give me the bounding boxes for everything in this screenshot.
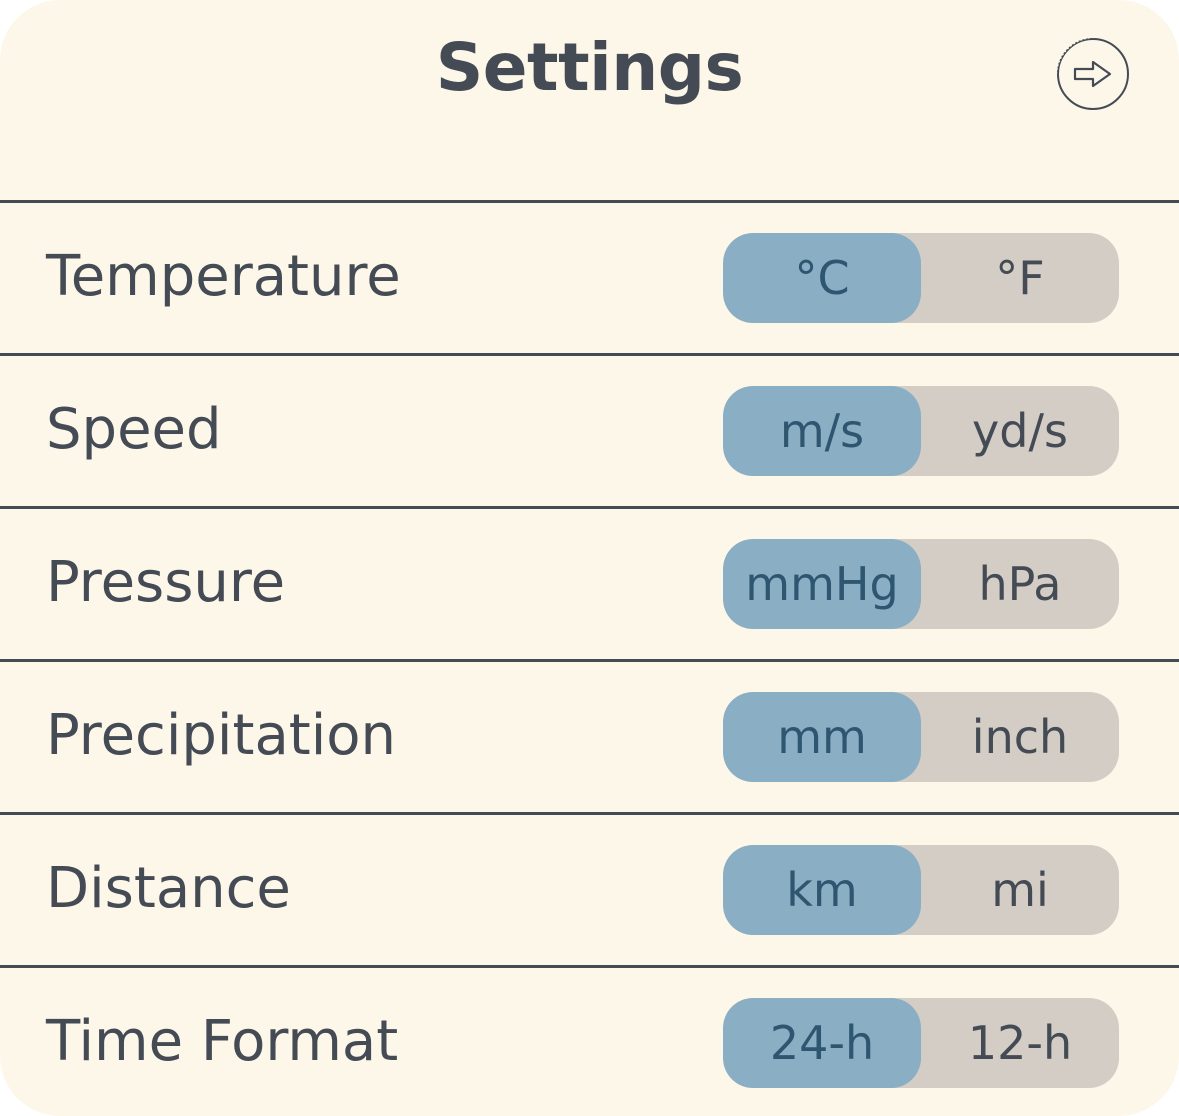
option-24h[interactable]: 24-h bbox=[723, 998, 921, 1088]
setting-row-speed: Speed m/s yd/s bbox=[0, 353, 1179, 506]
page-title: Settings bbox=[435, 29, 744, 106]
setting-label: Distance bbox=[46, 856, 291, 921]
setting-row-distance: Distance km mi bbox=[0, 812, 1179, 965]
setting-label: Speed bbox=[46, 397, 222, 462]
setting-row-time-format: Time Format 24-h 12-h bbox=[0, 965, 1179, 1116]
option-meters-per-second[interactable]: m/s bbox=[723, 386, 921, 476]
setting-row-precipitation: Precipitation mm inch bbox=[0, 659, 1179, 812]
precipitation-unit-toggle[interactable]: mm inch bbox=[723, 692, 1119, 782]
distance-unit-toggle[interactable]: km mi bbox=[723, 845, 1119, 935]
setting-label: Time Format bbox=[46, 1009, 399, 1074]
option-mi[interactable]: mi bbox=[921, 845, 1119, 935]
exit-arrow-icon bbox=[1073, 60, 1112, 88]
setting-label: Pressure bbox=[46, 550, 286, 615]
option-celsius[interactable]: °C bbox=[723, 233, 921, 323]
option-km[interactable]: km bbox=[723, 845, 921, 935]
option-mmhg[interactable]: mmHg bbox=[723, 539, 921, 629]
setting-label: Precipitation bbox=[46, 703, 397, 768]
option-fahrenheit[interactable]: °F bbox=[921, 233, 1119, 323]
pressure-unit-toggle[interactable]: mmHg hPa bbox=[723, 539, 1119, 629]
exit-button[interactable] bbox=[1055, 36, 1129, 110]
speed-unit-toggle[interactable]: m/s yd/s bbox=[723, 386, 1119, 476]
settings-list: Temperature °C °F Speed m/s yd/s Pressur… bbox=[0, 200, 1179, 1116]
option-hpa[interactable]: hPa bbox=[921, 539, 1119, 629]
setting-row-pressure: Pressure mmHg hPa bbox=[0, 506, 1179, 659]
settings-panel: Settings Temperature °C °F Speed m/s yd/… bbox=[0, 0, 1179, 1116]
setting-row-temperature: Temperature °C °F bbox=[0, 200, 1179, 353]
temperature-unit-toggle[interactable]: °C °F bbox=[723, 233, 1119, 323]
option-inch[interactable]: inch bbox=[921, 692, 1119, 782]
setting-label: Temperature bbox=[46, 244, 401, 309]
time-format-toggle[interactable]: 24-h 12-h bbox=[723, 998, 1119, 1088]
option-yards-per-second[interactable]: yd/s bbox=[921, 386, 1119, 476]
option-mm[interactable]: mm bbox=[723, 692, 921, 782]
option-12h[interactable]: 12-h bbox=[921, 998, 1119, 1088]
